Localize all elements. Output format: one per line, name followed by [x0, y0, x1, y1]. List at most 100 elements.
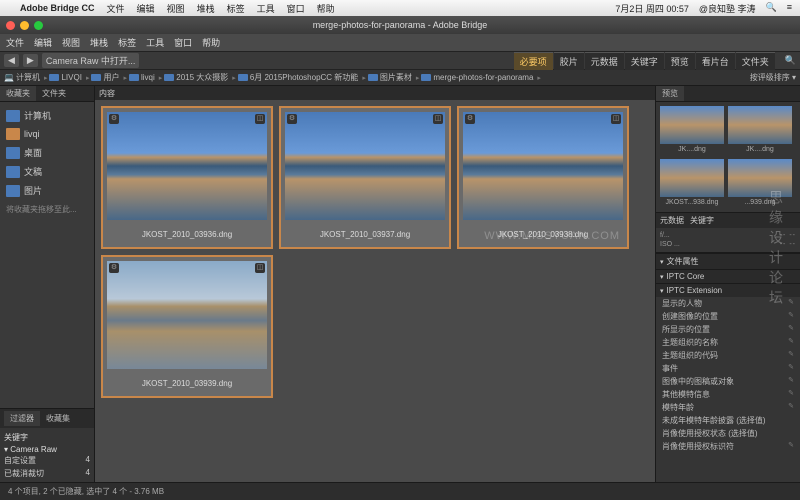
crumb-drive[interactable]: LIVQI: [49, 73, 89, 82]
mac-menu-tools[interactable]: 工具: [257, 2, 275, 15]
iptc-field[interactable]: 主题组织的名称✎: [656, 336, 800, 349]
iptc-field[interactable]: 图像中的图稿或对象✎: [656, 375, 800, 388]
iptc-field[interactable]: 模特年龄✎: [656, 401, 800, 414]
crumb-5[interactable]: 6月 2015PhotoshopCC 新功能: [238, 72, 366, 83]
crumb-computer[interactable]: 💻 计算机: [4, 72, 47, 83]
tab-film[interactable]: 胶片: [554, 52, 584, 70]
fav-desktop[interactable]: 桌面: [4, 143, 90, 162]
crop-badge-icon: ◫: [255, 114, 265, 124]
preview-thumb[interactable]: JK....dng: [728, 106, 792, 155]
menu-icon[interactable]: ≡: [787, 2, 792, 15]
edit-icon: ✎: [788, 376, 794, 387]
filter-row-custom[interactable]: 自定设置4: [4, 454, 90, 467]
close-icon[interactable]: [6, 21, 15, 30]
favorites-hint: 将收藏夹拖移至此...: [4, 200, 90, 219]
filter-keywords-head[interactable]: 关键字: [4, 430, 90, 445]
mac-user[interactable]: @良知塾 李涛: [699, 2, 756, 15]
tab-lighttable[interactable]: 看片台: [696, 52, 735, 70]
zoom-icon[interactable]: [34, 21, 43, 30]
tab-metadata[interactable]: 元数据: [585, 52, 624, 70]
filter-cameraraw-head[interactable]: ▾ Camera Raw: [4, 445, 90, 454]
mac-menubar: Adobe Bridge CC 文件 编辑 视图 堆栈 标签 工具 窗口 帮助 …: [0, 0, 800, 16]
tab-preview[interactable]: 预览: [665, 52, 695, 70]
menu-tools[interactable]: 工具: [146, 36, 164, 49]
iptc-field[interactable]: 未成年模特年龄披露 (选择值): [656, 414, 800, 427]
section-iptc-ext[interactable]: IPTC Extension: [656, 283, 800, 297]
iptc-field[interactable]: 肖像使用授权标识符✎: [656, 440, 800, 453]
menu-edit[interactable]: 编辑: [34, 36, 52, 49]
fwd-button[interactable]: ▶: [23, 54, 38, 67]
mac-menu-stack[interactable]: 堆栈: [197, 2, 215, 15]
thumbnail-image: ⚙◫: [285, 112, 445, 220]
iptc-field[interactable]: 事件✎: [656, 362, 800, 375]
tab-preview-panel[interactable]: 预览: [656, 86, 684, 101]
thumbnail-label: JKOST_2010_03937.dng: [281, 224, 449, 247]
tab-favorites[interactable]: 收藏夹: [0, 86, 36, 101]
fav-pictures[interactable]: 图片: [4, 181, 90, 200]
tab-keywords-panel[interactable]: 关键字: [690, 215, 714, 226]
content-tab[interactable]: 内容: [99, 88, 115, 99]
aperture-value: f/...: [660, 232, 670, 239]
crumb-4[interactable]: 2015 大众摄影: [164, 72, 236, 83]
tab-collections[interactable]: 收藏集: [40, 411, 76, 426]
back-button[interactable]: ◀: [4, 54, 19, 67]
thumbnail-item[interactable]: ⚙◫ JKOST_2010_03937.dng: [279, 106, 451, 249]
iptc-field[interactable]: 显示的人物✎: [656, 297, 800, 310]
crumb-current[interactable]: merge-photos-for-panorama: [421, 73, 541, 82]
crumb-6[interactable]: 图片素材: [368, 72, 420, 83]
iptc-field[interactable]: 肖像使用授权状态 (选择值): [656, 427, 800, 440]
iptc-field[interactable]: 创建图像的位置✎: [656, 310, 800, 323]
crumb-users[interactable]: 用户: [91, 72, 127, 83]
iptc-field[interactable]: 主题组织的代码✎: [656, 349, 800, 362]
edit-icon: ✎: [788, 441, 794, 452]
thumbnail-label: JKOST_2010_03936.dng: [103, 224, 271, 247]
edit-icon: ✎: [788, 324, 794, 335]
tab-essentials[interactable]: 必要项: [514, 52, 553, 70]
mac-menu-view[interactable]: 视图: [167, 2, 185, 15]
preview-thumb[interactable]: ...939.dng: [728, 159, 792, 208]
mac-menu-help[interactable]: 帮助: [317, 2, 335, 15]
mac-menu-file[interactable]: 文件: [107, 2, 125, 15]
crumb-home[interactable]: livqi: [129, 73, 162, 82]
menu-stack[interactable]: 堆栈: [90, 36, 108, 49]
app-name[interactable]: Adobe Bridge CC: [20, 3, 95, 13]
thumbnail-item[interactable]: ⚙◫ JKOST_2010_03938.dng: [457, 106, 629, 249]
edit-icon: ✎: [788, 311, 794, 322]
search-icon[interactable]: 🔍: [785, 55, 796, 66]
menu-help[interactable]: 帮助: [202, 36, 220, 49]
fav-computer[interactable]: 计算机: [4, 106, 90, 125]
tab-filter[interactable]: 过滤器: [4, 411, 40, 426]
window-controls: [6, 21, 43, 30]
mac-menu-edit[interactable]: 编辑: [137, 2, 155, 15]
search-icon[interactable]: 🔍: [766, 2, 777, 15]
menu-file[interactable]: 文件: [6, 36, 24, 49]
filter-panel: 过滤器收藏集 关键字 ▾ Camera Raw 自定设置4 已裁消裁切4: [0, 408, 94, 482]
tab-folders[interactable]: 文件夹: [736, 52, 775, 70]
menu-view[interactable]: 视图: [62, 36, 80, 49]
tab-keywords[interactable]: 关键字: [625, 52, 664, 70]
fav-home[interactable]: livqi: [4, 125, 90, 143]
preview-thumb[interactable]: JK....dng: [660, 106, 724, 155]
tab-metadata-panel[interactable]: 元数据: [660, 215, 684, 226]
preview-thumb[interactable]: JKOST...938.dng: [660, 159, 724, 208]
mac-menu-window[interactable]: 窗口: [287, 2, 305, 15]
minimize-icon[interactable]: [20, 21, 29, 30]
mac-menu-label[interactable]: 标签: [227, 2, 245, 15]
preview-image: [728, 106, 792, 144]
fav-documents[interactable]: 文稿: [4, 162, 90, 181]
menu-label[interactable]: 标签: [118, 36, 136, 49]
section-file-props[interactable]: 文件属性: [656, 253, 800, 269]
iptc-field[interactable]: 其他模特信息✎: [656, 388, 800, 401]
iptc-field[interactable]: 所显示的位置✎: [656, 323, 800, 336]
filter-row-crop[interactable]: 已裁消裁切4: [4, 467, 90, 480]
menu-window[interactable]: 窗口: [174, 36, 192, 49]
sort-dropdown[interactable]: 按评级排序 ▾: [750, 72, 796, 83]
edit-icon: ✎: [788, 337, 794, 348]
section-iptc-core[interactable]: IPTC Core: [656, 269, 800, 283]
thumbnail-item[interactable]: ⚙◫ JKOST_2010_03936.dng: [101, 106, 273, 249]
tab-folders-side[interactable]: 文件夹: [36, 86, 72, 101]
thumbnail-item[interactable]: ⚙◫ JKOST_2010_03939.dng: [101, 255, 273, 398]
edit-icon: ✎: [788, 298, 794, 309]
edit-icon: ✎: [788, 363, 794, 374]
camera-raw-button[interactable]: Camera Raw 中打开...: [42, 53, 140, 68]
